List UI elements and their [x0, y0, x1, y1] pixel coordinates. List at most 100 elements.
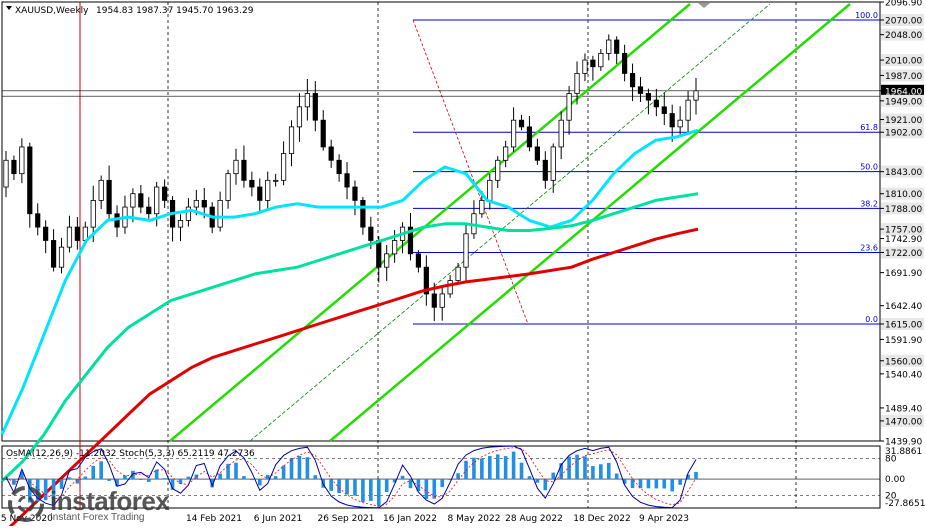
candle-body — [669, 113, 675, 128]
osma-bar — [606, 462, 611, 480]
y-axis-tick-label: 2096.90 — [885, 0, 922, 9]
x-axis-tick-label: 28 Aug 2022 — [505, 514, 563, 524]
y-axis-tick-label: 1691.90 — [885, 269, 922, 279]
candle-body — [201, 199, 207, 208]
candle-body — [288, 126, 295, 155]
candle-body — [50, 240, 57, 268]
candle-body — [225, 173, 231, 201]
osma-bar — [567, 456, 571, 480]
fibo-level-label: 0.0 — [865, 315, 878, 324]
candle-body — [130, 193, 136, 208]
x-axis-tick-label: 6 Jun 2021 — [254, 514, 302, 524]
candle-body — [384, 253, 390, 268]
candle-body — [431, 293, 437, 308]
logo-swirl-icon — [8, 486, 44, 522]
y-axis-tick-label: 1439.90 — [885, 438, 922, 448]
candle-body — [35, 213, 41, 228]
y-axis-tick-label: 1642.40 — [885, 302, 922, 312]
osma-bar — [289, 458, 294, 480]
osma-bar — [297, 455, 302, 480]
y-axis-tick-label: 1742.90 — [885, 235, 922, 245]
ohlc-values: 1954.83 1987.37 1945.70 1963.29 — [96, 6, 254, 16]
x-axis-tick-label: 8 May 2022 — [448, 514, 501, 524]
candle-body — [637, 86, 644, 94]
osma-bar — [599, 464, 603, 480]
candle-body — [590, 59, 596, 68]
candle-body — [66, 226, 73, 248]
candle-body — [19, 146, 25, 175]
y-axis-tick-label: 2070.00 — [885, 16, 922, 26]
y-axis-tick-label: 1470.00 — [885, 417, 922, 427]
candle-body — [138, 193, 144, 208]
chart-background — [0, 0, 926, 526]
osma-bar — [670, 479, 675, 492]
candle-body — [312, 93, 318, 121]
x-axis-tick-label: 14 Feb 2021 — [186, 514, 242, 524]
price-chart[interactable]: 100.0 61.8 50.0 38.2 23.6 0.0 2096.90 2070.00 20… — [0, 0, 926, 530]
candle-body — [439, 293, 445, 308]
candle-body — [487, 179, 493, 201]
osma-bar — [329, 479, 333, 491]
candle-body — [661, 106, 667, 114]
candle-body — [74, 226, 80, 241]
candle-body — [90, 199, 96, 228]
candle-body — [518, 119, 525, 128]
candle-body — [415, 253, 422, 268]
candle-body — [534, 146, 540, 161]
candle-body — [685, 99, 691, 121]
candle-body — [146, 206, 152, 215]
candle-body — [503, 146, 509, 161]
candle-body — [11, 159, 17, 175]
osma-bar — [218, 473, 222, 480]
x-axis-tick-label: 9 Apr 2023 — [639, 514, 689, 524]
candle-body — [336, 159, 342, 175]
osma-bar — [503, 456, 508, 480]
osma-bar — [384, 479, 389, 493]
oscillator-axis-label: -27.8651 — [885, 499, 925, 509]
candle-body — [3, 159, 9, 188]
osma-bar — [543, 479, 548, 491]
osma-bar — [353, 479, 357, 496]
osma-bar — [186, 476, 191, 480]
y-axis-tick-label: 1902.00 — [885, 129, 922, 139]
osma-bar — [440, 479, 445, 488]
y-axis-tick-label: 1921.00 — [885, 116, 922, 126]
osma-bar — [345, 479, 349, 495]
symbol-timeframe: XAUUSD,Weekly — [15, 6, 89, 16]
candle-body — [257, 186, 263, 201]
candle-body — [495, 159, 501, 181]
osma-bar — [202, 478, 207, 480]
candle-body — [98, 179, 104, 201]
candle-body — [479, 199, 485, 215]
osma-bar — [408, 479, 413, 489]
candle-body — [249, 179, 255, 188]
osma-bar — [654, 479, 659, 489]
candle-body — [58, 246, 65, 268]
x-axis-tick-label: 16 Jan 2022 — [383, 514, 437, 524]
osma-bar — [250, 479, 254, 481]
osma-bar — [75, 479, 80, 484]
y-axis-tick-label: 1843.00 — [885, 168, 922, 178]
osma-bar — [591, 466, 595, 480]
osma-bar — [678, 479, 682, 485]
fibo-level-label: 50.0 — [860, 163, 878, 172]
oscillator-axis-label: 0.00 — [885, 475, 905, 485]
oscillator-label: OsMA(12,26,9) -11.2032 Stoch(5,3,3) 65.2… — [6, 449, 255, 459]
x-axis-tick-label: 18 Dec 2022 — [573, 514, 631, 524]
candle-body — [233, 159, 239, 175]
candle-body — [154, 186, 160, 215]
osma-bar — [495, 454, 500, 480]
candle-body — [185, 206, 192, 221]
osma-bar — [376, 479, 381, 506]
candle-body — [645, 93, 652, 101]
osma-bar — [694, 471, 698, 480]
y-axis-tick-label: 2048.00 — [885, 31, 922, 41]
osma-bar — [99, 461, 103, 480]
candle-body — [614, 39, 620, 54]
candle-body — [582, 59, 588, 74]
osma-bar — [178, 479, 183, 484]
chart-root[interactable]: 100.0 61.8 50.0 38.2 23.6 0.0 2096.90 2070.00 20… — [0, 0, 926, 530]
osma-bar — [91, 465, 96, 480]
candle-body — [328, 146, 334, 161]
candle-body — [574, 73, 580, 94]
